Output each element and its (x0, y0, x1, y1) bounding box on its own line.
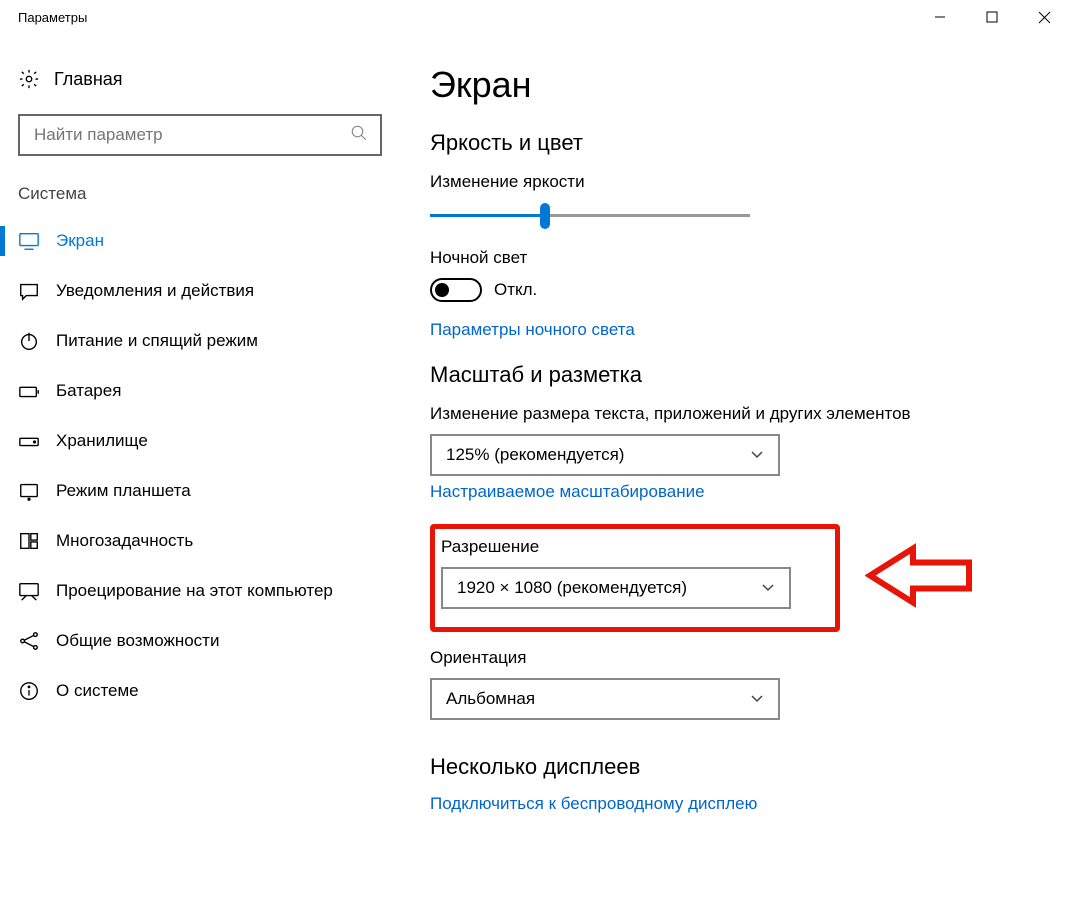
search-icon (350, 124, 368, 147)
night-light-label: Ночной свет (430, 248, 1050, 268)
resolution-callout: Разрешение 1920 × 1080 (рекомендуется) (430, 524, 840, 632)
night-light-settings-link[interactable]: Параметры ночного света (430, 320, 1050, 340)
chevron-down-icon (750, 447, 764, 463)
annotation-arrow-icon (865, 541, 975, 616)
multi-display-section-header: Несколько дисплеев (430, 754, 1050, 780)
window-title: Параметры (18, 10, 914, 25)
close-button[interactable] (1018, 0, 1070, 34)
orientation-label: Ориентация (430, 648, 1050, 668)
display-icon (18, 230, 40, 252)
sidebar-item-battery[interactable]: Батарея (0, 366, 400, 416)
sidebar-item-label: Батарея (56, 381, 121, 401)
sidebar-item-label: Общие возможности (56, 631, 219, 651)
project-icon (18, 580, 40, 602)
sidebar-item-label: Многозадачность (56, 531, 193, 551)
sidebar-item-label: Уведомления и действия (56, 281, 254, 301)
wireless-display-link[interactable]: Подключиться к беспроводному дисплею (430, 794, 1050, 814)
tablet-icon (18, 480, 40, 502)
power-icon (18, 330, 40, 352)
about-icon (18, 680, 40, 702)
sidebar: Главная Система Экран Уведомления и дейст… (0, 34, 400, 910)
home-label: Главная (54, 69, 123, 90)
sidebar-item-chat[interactable]: Уведомления и действия (0, 266, 400, 316)
storage-icon (18, 430, 40, 452)
sidebar-section-label: Система (0, 184, 400, 216)
search-box[interactable] (18, 114, 382, 156)
sidebar-item-label: О системе (56, 681, 139, 701)
brightness-label: Изменение яркости (430, 172, 1050, 192)
sidebar-item-share[interactable]: Общие возможности (0, 616, 400, 666)
resolution-value: 1920 × 1080 (рекомендуется) (457, 578, 687, 598)
battery-icon (18, 380, 40, 402)
gear-icon (18, 68, 40, 90)
orientation-dropdown[interactable]: Альбомная (430, 678, 780, 720)
night-light-state: Откл. (494, 280, 537, 300)
sidebar-item-display[interactable]: Экран (0, 216, 400, 266)
brightness-section-header: Яркость и цвет (430, 130, 1050, 156)
scale-section-header: Масштаб и разметка (430, 362, 1050, 388)
maximize-button[interactable] (966, 0, 1018, 34)
custom-scaling-link[interactable]: Настраиваемое масштабирование (430, 482, 1050, 502)
sidebar-item-label: Режим планшета (56, 481, 191, 501)
resolution-label: Разрешение (441, 537, 821, 557)
main-content: Экран Яркость и цвет Изменение яркости Н… (400, 34, 1070, 910)
chevron-down-icon (761, 580, 775, 596)
scale-value: 125% (рекомендуется) (446, 445, 624, 465)
sidebar-item-project[interactable]: Проецирование на этот компьютер (0, 566, 400, 616)
sidebar-item-label: Экран (56, 231, 104, 251)
sidebar-item-tablet[interactable]: Режим планшета (0, 466, 400, 516)
sidebar-item-label: Проецирование на этот компьютер (56, 581, 333, 601)
orientation-value: Альбомная (446, 689, 535, 709)
chevron-down-icon (750, 691, 764, 707)
share-icon (18, 630, 40, 652)
minimize-button[interactable] (914, 0, 966, 34)
multitask-icon (18, 530, 40, 552)
page-title: Экран (430, 64, 1050, 106)
sidebar-item-storage[interactable]: Хранилище (0, 416, 400, 466)
night-light-toggle[interactable] (430, 278, 482, 302)
sidebar-item-power[interactable]: Питание и спящий режим (0, 316, 400, 366)
scale-dropdown[interactable]: 125% (рекомендуется) (430, 434, 780, 476)
brightness-slider[interactable] (430, 202, 750, 230)
chat-icon (18, 280, 40, 302)
window-buttons (914, 0, 1070, 34)
sidebar-item-multitask[interactable]: Многозадачность (0, 516, 400, 566)
resolution-dropdown[interactable]: 1920 × 1080 (рекомендуется) (441, 567, 791, 609)
titlebar: Параметры (0, 0, 1070, 34)
home-nav[interactable]: Главная (0, 64, 400, 108)
sidebar-item-about[interactable]: О системе (0, 666, 400, 716)
sidebar-item-label: Питание и спящий режим (56, 331, 258, 351)
scale-label: Изменение размера текста, приложений и д… (430, 404, 1050, 424)
search-input[interactable] (32, 124, 350, 146)
sidebar-item-label: Хранилище (56, 431, 148, 451)
